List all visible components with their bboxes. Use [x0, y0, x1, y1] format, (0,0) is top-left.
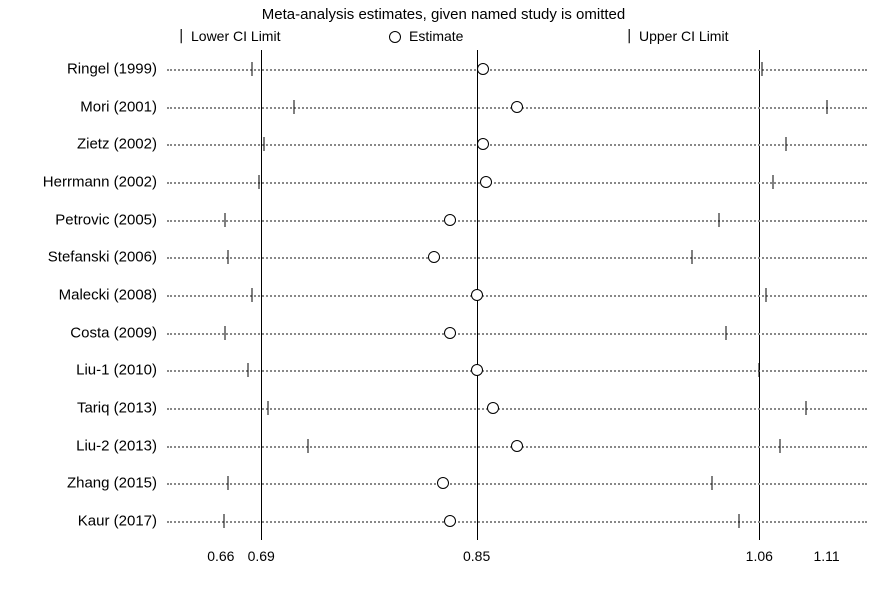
estimate-point	[471, 289, 483, 301]
lower-ci-tick	[267, 401, 268, 415]
upper-ci-tick	[762, 62, 763, 76]
estimate-point	[477, 138, 489, 150]
study-label: Mori (2001)	[80, 98, 157, 115]
study-label: Herrmann (2002)	[43, 173, 157, 190]
lower-ci-tick	[308, 439, 309, 453]
row-guideline	[167, 408, 867, 410]
study-label: Tariq (2013)	[77, 400, 157, 417]
lower-ci-tick	[223, 514, 224, 528]
x-tick-label: 1.06	[746, 548, 773, 564]
forest-plot	[167, 50, 867, 540]
legend-lower-tick-icon: |	[177, 28, 185, 44]
estimate-point	[480, 176, 492, 188]
row-guideline	[167, 220, 867, 222]
forest-row	[167, 389, 867, 427]
lower-ci-tick	[251, 288, 252, 302]
study-label: Liu-2 (2013)	[76, 437, 157, 454]
estimate-point	[444, 214, 456, 226]
study-label: Zhang (2015)	[67, 475, 157, 492]
chart-legend: | Lower CI Limit Estimate | Upper CI Lim…	[177, 28, 887, 48]
estimate-point	[444, 515, 456, 527]
upper-ci-tick	[806, 401, 807, 415]
forest-row	[167, 163, 867, 201]
forest-row	[167, 238, 867, 276]
lower-ci-tick	[258, 175, 259, 189]
forest-row	[167, 201, 867, 239]
study-label: Malecki (2008)	[59, 287, 157, 304]
estimate-point	[477, 63, 489, 75]
estimate-point	[428, 251, 440, 263]
legend-estimate-label: Estimate	[409, 28, 463, 44]
upper-ci-tick	[718, 213, 719, 227]
forest-row	[167, 314, 867, 352]
forest-row	[167, 125, 867, 163]
forest-row	[167, 502, 867, 540]
upper-ci-tick	[772, 175, 773, 189]
row-guideline	[167, 370, 867, 372]
study-label: Zietz (2002)	[77, 136, 157, 153]
upper-ci-tick	[725, 326, 726, 340]
upper-ci-tick	[779, 439, 780, 453]
row-guideline	[167, 182, 867, 184]
x-tick-label: 0.85	[463, 548, 490, 564]
lower-ci-tick	[224, 326, 225, 340]
upper-ci-tick	[739, 514, 740, 528]
lower-ci-tick	[227, 250, 228, 264]
lower-ci-tick	[227, 476, 228, 490]
lower-ci-tick	[293, 100, 294, 114]
upper-ci-tick	[766, 288, 767, 302]
upper-ci-tick	[786, 137, 787, 151]
row-guideline	[167, 144, 867, 146]
chart-title: Meta-analysis estimates, given named stu…	[0, 6, 887, 23]
upper-ci-tick	[826, 100, 827, 114]
forest-row	[167, 427, 867, 465]
lower-ci-tick	[251, 62, 252, 76]
upper-ci-tick	[692, 250, 693, 264]
estimate-point	[511, 101, 523, 113]
row-guideline	[167, 257, 867, 259]
upper-ci-tick	[712, 476, 713, 490]
forest-row	[167, 465, 867, 503]
legend-estimate-icon	[389, 31, 401, 43]
study-label: Stefanski (2006)	[48, 249, 157, 266]
legend-lower-label: Lower CI Limit	[191, 28, 280, 44]
x-tick-label: 1.11	[814, 548, 840, 564]
row-guideline	[167, 521, 867, 523]
estimate-point	[471, 364, 483, 376]
study-label: Liu-1 (2010)	[76, 362, 157, 379]
estimate-point	[437, 477, 449, 489]
upper-ci-tick	[759, 363, 760, 377]
lower-ci-tick	[263, 137, 264, 151]
forest-row	[167, 352, 867, 390]
study-label: Petrovic (2005)	[55, 211, 157, 228]
x-tick-label: 0.66	[207, 548, 234, 564]
estimate-point	[444, 327, 456, 339]
estimate-point	[487, 402, 499, 414]
forest-row	[167, 88, 867, 126]
study-label: Costa (2009)	[70, 324, 157, 341]
lower-ci-tick	[247, 363, 248, 377]
forest-row	[167, 276, 867, 314]
forest-row	[167, 50, 867, 88]
study-label: Kaur (2017)	[78, 513, 157, 530]
legend-upper-label: Upper CI Limit	[639, 28, 728, 44]
study-label: Ringel (1999)	[67, 60, 157, 77]
row-guideline	[167, 483, 867, 485]
row-guideline	[167, 333, 867, 335]
x-tick-label: 0.69	[248, 548, 275, 564]
row-guideline	[167, 295, 867, 297]
legend-upper-tick-icon: |	[625, 28, 633, 44]
estimate-point	[511, 440, 523, 452]
lower-ci-tick	[224, 213, 225, 227]
